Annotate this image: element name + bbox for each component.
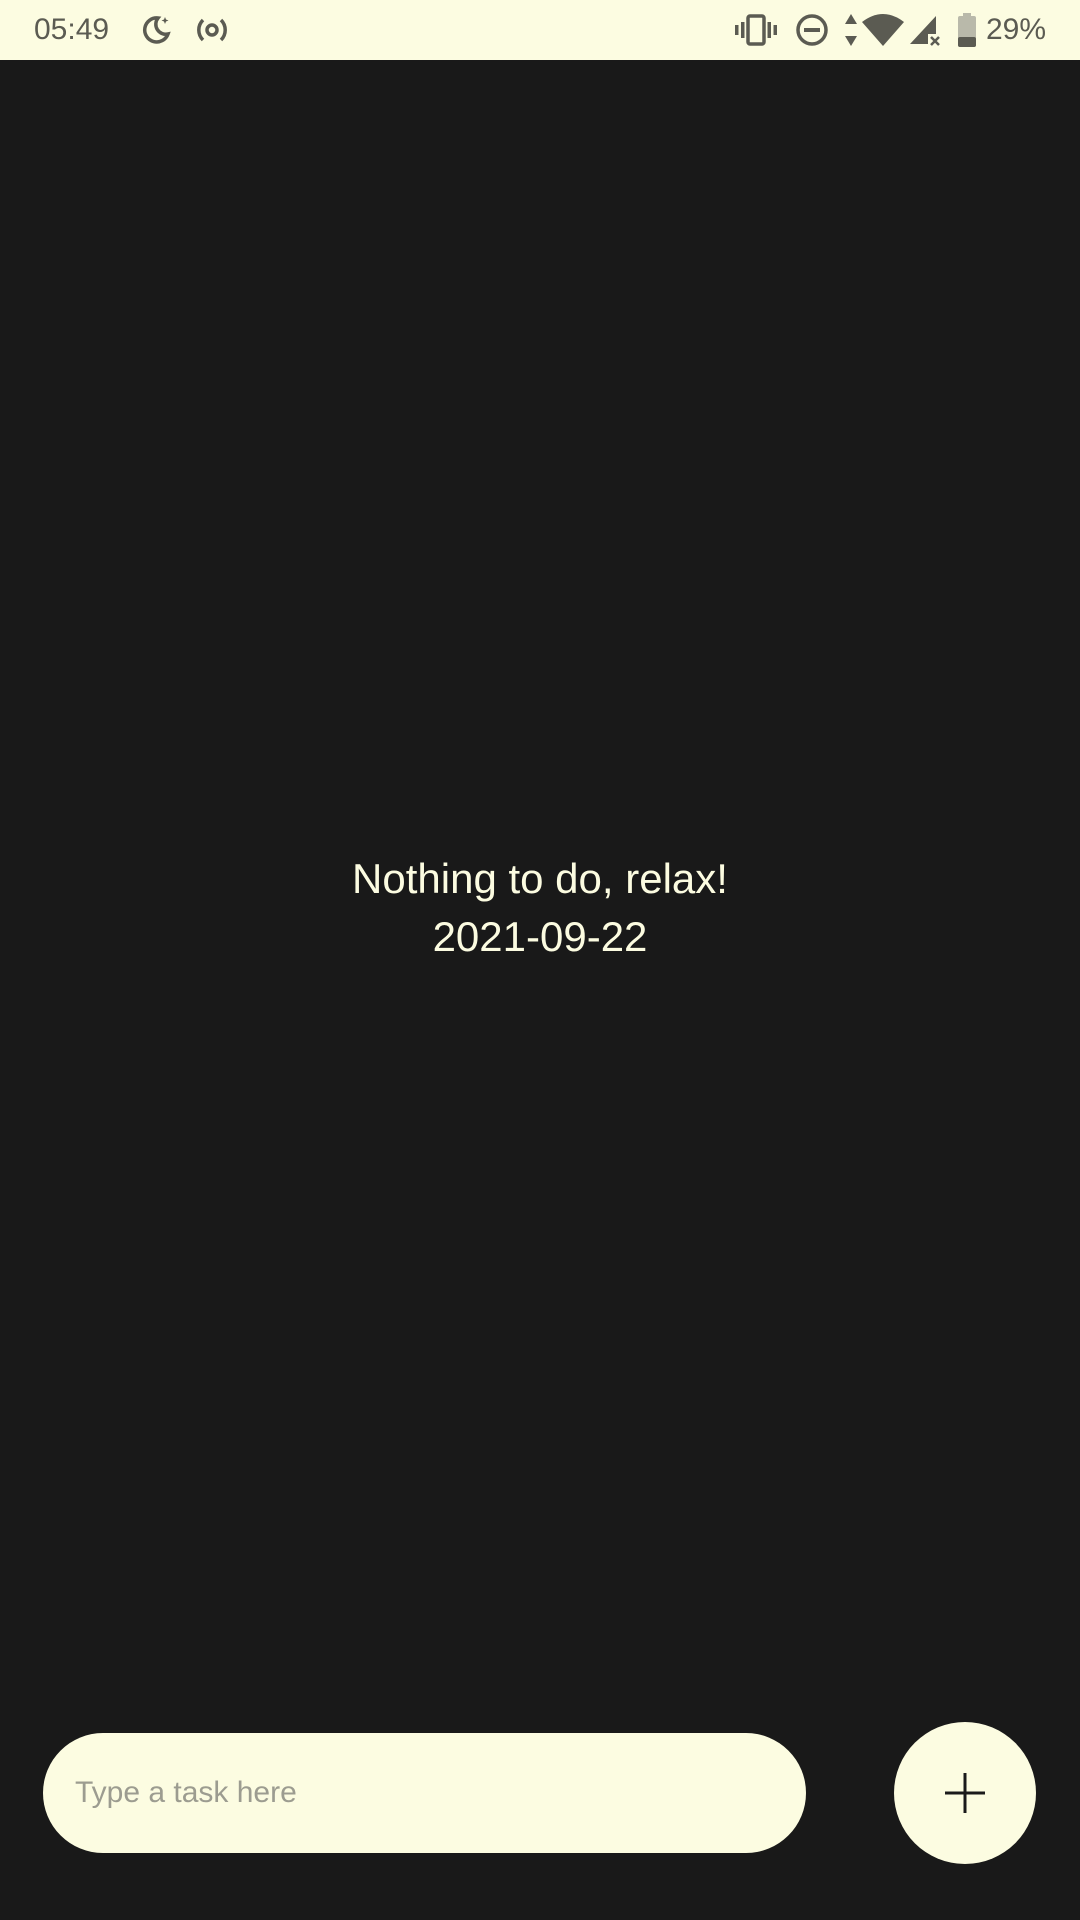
- battery-percent: 29%: [985, 13, 1046, 46]
- night-mode-icon: [138, 12, 174, 48]
- status-time: 05:49: [34, 13, 110, 46]
- plus-icon: [943, 1771, 987, 1815]
- add-task-button[interactable]: [894, 1722, 1036, 1864]
- task-input[interactable]: [43, 1733, 806, 1853]
- data-arrows-icon: [842, 12, 860, 48]
- empty-message: Nothing to do, relax!: [352, 855, 728, 902]
- empty-state: Nothing to do, relax! 2021-09-22: [0, 850, 1080, 966]
- cell-signal-icon: [906, 12, 942, 48]
- battery-icon: [956, 12, 978, 48]
- app-screen: 05:49 29% Nothing to do, relax! 2021-09-…: [0, 0, 1080, 1920]
- hotspot-icon: [194, 12, 230, 48]
- current-date: 2021-09-22: [432, 913, 648, 960]
- wifi-icon: [860, 12, 906, 48]
- do-not-disturb-icon: [794, 12, 830, 48]
- vibrate-icon: [734, 12, 777, 48]
- status-bar: 05:49 29%: [0, 0, 1080, 60]
